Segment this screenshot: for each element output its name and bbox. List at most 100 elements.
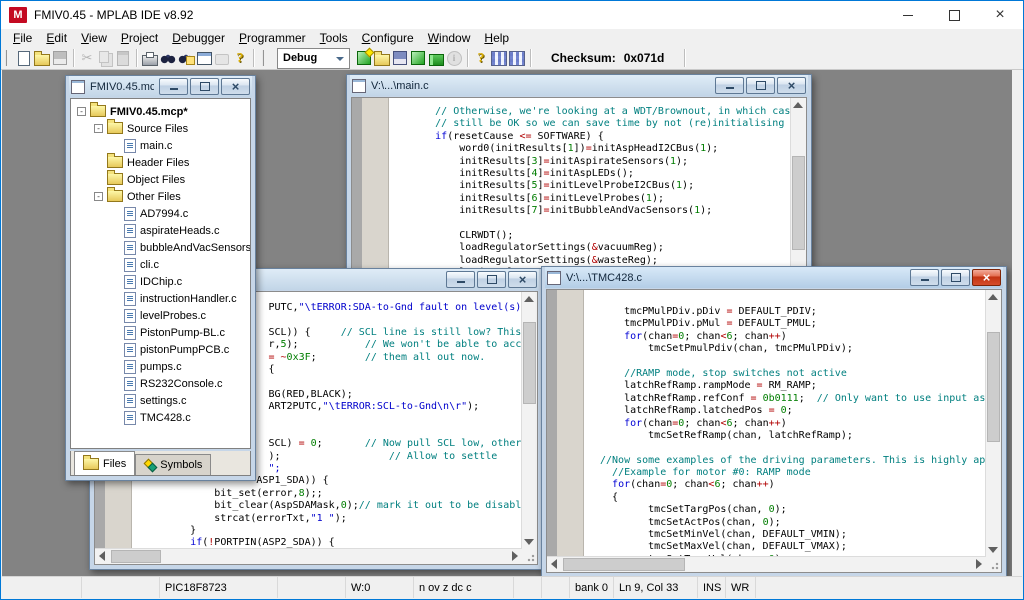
expand-toggle-icon[interactable]: -	[94, 124, 103, 133]
maximize-button[interactable]	[931, 1, 977, 29]
find-in-files-icon[interactable]	[177, 49, 195, 67]
build-all-icon[interactable]	[427, 49, 445, 67]
resize-grip[interactable]	[522, 549, 537, 564]
tree-item[interactable]: settings.c	[71, 392, 250, 409]
scrollbar-thumb[interactable]	[987, 332, 1000, 442]
menu-programmer[interactable]: Programmer	[232, 30, 313, 46]
horizontal-scrollbar[interactable]	[95, 548, 522, 564]
tree-item[interactable]: levelProbes.c	[71, 307, 250, 324]
build-config-select[interactable]: Debug	[277, 48, 350, 69]
menu-help[interactable]: Help	[477, 30, 516, 46]
scrollbar-thumb[interactable]	[111, 550, 161, 563]
child-close-button[interactable]	[508, 271, 537, 288]
project-info-icon[interactable]	[445, 49, 463, 67]
menu-debugger[interactable]: Debugger	[165, 30, 232, 46]
tree-item[interactable]: bubbleAndVacSensors.c	[71, 239, 250, 256]
editor-gutter[interactable]	[547, 290, 584, 572]
tree-item[interactable]: AD7994.c	[71, 205, 250, 222]
tree-item[interactable]: main.c	[71, 137, 250, 154]
scrollbar-thumb[interactable]	[792, 156, 805, 250]
program-target-icon[interactable]	[490, 49, 508, 67]
scroll-left-icon[interactable]	[551, 559, 557, 569]
cut-icon[interactable]	[78, 49, 96, 67]
tree-item[interactable]: -Other Files	[71, 188, 250, 205]
scroll-down-icon[interactable]	[988, 547, 998, 553]
tree-item[interactable]: Header Files	[71, 154, 250, 171]
menu-window[interactable]: Window	[421, 30, 478, 46]
paste-icon[interactable]	[114, 49, 132, 67]
tree-item[interactable]: IDChip.c	[71, 273, 250, 290]
tree-item[interactable]: RS232Console.c	[71, 375, 250, 392]
toolbar-grip[interactable]	[5, 50, 11, 66]
copy-icon[interactable]	[96, 49, 114, 67]
tree-item[interactable]: TMC428.c	[71, 409, 250, 426]
editor-main-titlebar[interactable]: V:\...\main.c	[350, 75, 808, 96]
child-maximize-button[interactable]	[746, 77, 775, 94]
menu-file[interactable]: File	[6, 30, 39, 46]
scroll-down-icon[interactable]	[524, 539, 534, 545]
resize-grip[interactable]	[986, 557, 1001, 572]
tree-item[interactable]: -FMIV0.45.mcp*	[71, 103, 250, 120]
help-topics-icon[interactable]	[472, 49, 490, 67]
child-close-button[interactable]	[972, 269, 1001, 286]
horizontal-scrollbar[interactable]	[547, 556, 986, 572]
read-target-icon[interactable]	[508, 49, 526, 67]
minimize-button[interactable]	[885, 1, 931, 29]
build-icon[interactable]	[409, 49, 427, 67]
child-maximize-button[interactable]	[477, 271, 506, 288]
child-minimize-button[interactable]	[715, 77, 744, 94]
tree-item[interactable]: cli.c	[71, 256, 250, 273]
child-close-button[interactable]	[221, 78, 250, 95]
scroll-up-icon[interactable]	[988, 294, 998, 300]
menu-edit[interactable]: Edit	[39, 30, 74, 46]
tab-files[interactable]: Files	[74, 451, 135, 475]
scroll-right-icon[interactable]	[976, 559, 982, 569]
child-minimize-button[interactable]	[910, 269, 939, 286]
tree-item[interactable]: aspirateHeads.c	[71, 222, 250, 239]
new-project-icon[interactable]	[355, 49, 373, 67]
print-icon[interactable]	[141, 49, 159, 67]
child-minimize-button[interactable]	[446, 271, 475, 288]
editor-tmc-titlebar[interactable]: V:\...\TMC428.c	[545, 267, 1003, 288]
notes-icon[interactable]	[213, 49, 231, 67]
tree-item[interactable]: -Source Files	[71, 120, 250, 137]
scroll-left-icon[interactable]	[99, 551, 105, 561]
close-button[interactable]	[977, 1, 1023, 29]
save-workspace-icon[interactable]	[391, 49, 409, 67]
open-file-icon[interactable]	[33, 49, 51, 67]
menu-project[interactable]: Project	[114, 30, 165, 46]
title-bar[interactable]: M FMIV0.45 - MPLAB IDE v8.92	[1, 1, 1023, 29]
c-file-icon	[124, 207, 136, 221]
expand-toggle-icon[interactable]: -	[94, 192, 103, 201]
tmc-code[interactable]: tmcPMulPDiv.pDiv = DEFAULT_PDIV; tmcPMul…	[584, 290, 985, 572]
vertical-scrollbar[interactable]	[521, 292, 537, 549]
child-minimize-button[interactable]	[159, 78, 188, 95]
menu-view[interactable]: View	[74, 30, 114, 46]
tree-item[interactable]: Object Files	[71, 171, 250, 188]
menu-configure[interactable]: Configure	[355, 30, 421, 46]
save-file-icon[interactable]	[51, 49, 69, 67]
scroll-up-icon[interactable]	[793, 102, 803, 108]
tree-item[interactable]: pistonPumpPCB.c	[71, 341, 250, 358]
tree-item[interactable]: PistonPump-BL.c	[71, 324, 250, 341]
tree-item[interactable]: pumps.c	[71, 358, 250, 375]
open-workspace-icon[interactable]	[373, 49, 391, 67]
menu-tools[interactable]: Tools	[313, 30, 355, 46]
goto-locator-icon[interactable]	[195, 49, 213, 67]
child-close-button[interactable]	[777, 77, 806, 94]
find-icon[interactable]	[159, 49, 177, 67]
scrollbar-thumb[interactable]	[523, 322, 536, 404]
scrollbar-thumb[interactable]	[563, 558, 685, 571]
tree-item[interactable]: instructionHandler.c	[71, 290, 250, 307]
scroll-right-icon[interactable]	[512, 551, 518, 561]
expand-toggle-icon[interactable]: -	[77, 107, 86, 116]
child-maximize-button[interactable]	[190, 78, 219, 95]
tab-symbols[interactable]: Symbols	[135, 454, 211, 475]
child-maximize-button[interactable]	[941, 269, 970, 286]
help-icon[interactable]	[231, 49, 249, 67]
new-file-icon[interactable]	[15, 49, 33, 67]
scroll-up-icon[interactable]	[524, 296, 534, 302]
toolbar-grip[interactable]	[262, 50, 268, 66]
project-window-titlebar[interactable]: FMIV0.45.mcw	[69, 76, 252, 97]
vertical-scrollbar[interactable]	[985, 290, 1001, 557]
